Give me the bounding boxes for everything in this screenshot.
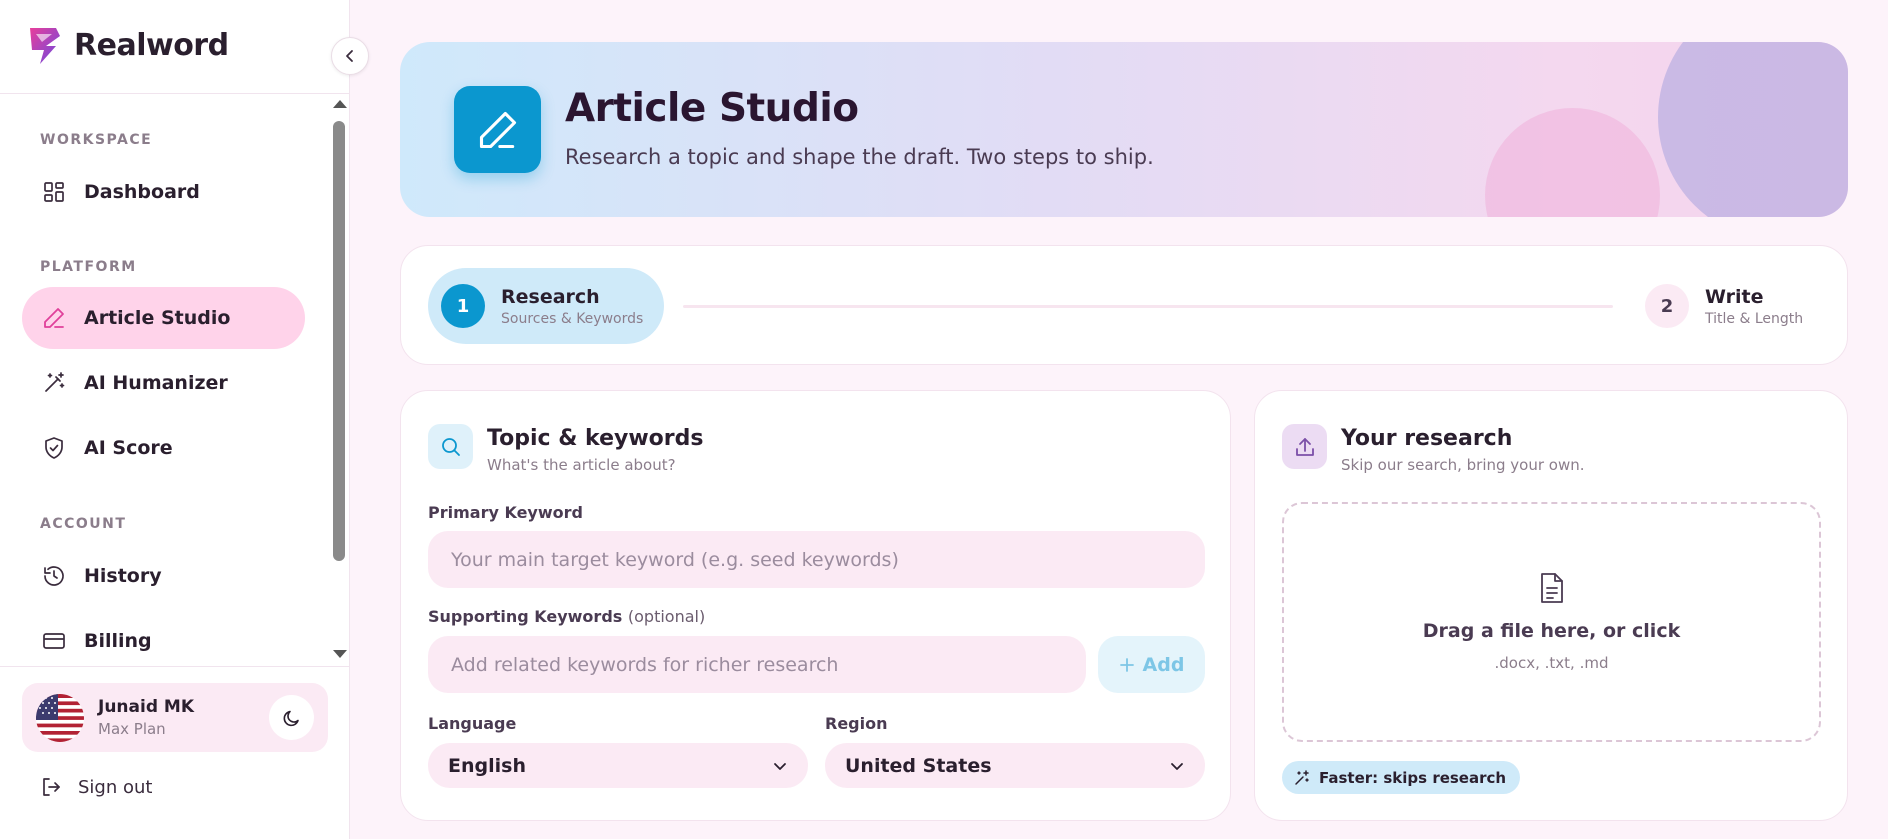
- add-button-label: Add: [1142, 653, 1185, 676]
- file-icon: [1540, 573, 1563, 603]
- region-value: United States: [845, 754, 992, 777]
- language-value: English: [448, 754, 526, 777]
- section-label-workspace: WORKSPACE: [40, 132, 153, 148]
- sidebar-item-history[interactable]: History: [22, 545, 305, 607]
- step-title: Research: [501, 285, 600, 308]
- scrollbar-thumb[interactable]: [333, 121, 345, 561]
- hero-pencil-icon: [454, 86, 541, 173]
- plus-icon: [1119, 657, 1134, 672]
- chevron-left-icon: [346, 50, 353, 62]
- optional-tag: (optional): [627, 607, 706, 626]
- supporting-keywords-label-text: Supporting Keywords: [428, 607, 623, 626]
- primary-keyword-label: Primary Keyword: [428, 503, 583, 522]
- sidebar-item-label: Dashboard: [84, 181, 200, 203]
- step-progress-line: [683, 305, 1613, 308]
- add-keyword-button[interactable]: Add: [1098, 636, 1205, 693]
- sidebar-item-label: History: [84, 565, 162, 587]
- sidebar-item-label: AI Score: [84, 437, 173, 459]
- page-subtitle: Research a topic and shape the draft. Tw…: [565, 145, 1154, 169]
- shield-check-icon: [42, 436, 66, 460]
- sidebar-nav: WORKSPACE Dashboard PLATFORM Article Stu…: [0, 94, 330, 666]
- signout-link[interactable]: Sign out: [40, 776, 152, 798]
- sidebar-item-ai-score[interactable]: AI Score: [22, 417, 305, 479]
- your-research-card: Your research Skip our search, bring you…: [1254, 390, 1848, 821]
- stepper: 1 Research Sources & Keywords 2 Write Ti…: [400, 245, 1848, 365]
- region-select[interactable]: United States: [825, 743, 1205, 788]
- hero-decor-circle: [1485, 108, 1660, 217]
- chevron-down-icon: [774, 762, 786, 770]
- supporting-keywords-input[interactable]: [428, 636, 1086, 693]
- supporting-keywords-label: Supporting Keywords (optional): [428, 607, 705, 626]
- faster-badge: Faster: skips research: [1282, 761, 1521, 794]
- card-subtitle: What's the article about?: [487, 456, 676, 474]
- step-research[interactable]: 1 Research Sources & Keywords: [428, 268, 664, 344]
- hero-banner: Article Studio Research a topic and shap…: [400, 42, 1848, 217]
- step-title: Write: [1705, 285, 1764, 308]
- scroll-down-arrow-icon[interactable]: [333, 650, 347, 658]
- sidebar-item-article-studio[interactable]: Article Studio: [22, 287, 305, 349]
- credit-card-icon: [42, 629, 66, 653]
- card-title: Topic & keywords: [487, 426, 704, 451]
- collapse-sidebar-button[interactable]: [331, 37, 369, 75]
- theme-toggle-button[interactable]: [269, 695, 314, 740]
- primary-keyword-input[interactable]: [428, 531, 1205, 588]
- user-name: Junaid MK: [98, 697, 195, 717]
- signout-label: Sign out: [78, 776, 153, 798]
- language-label: Language: [428, 714, 517, 733]
- upload-icon: [1282, 424, 1327, 469]
- brand-logo-icon: [30, 28, 60, 64]
- logout-icon: [43, 778, 60, 796]
- sidebar-scrollbar[interactable]: [330, 94, 348, 666]
- step-subtitle: Title & Length: [1705, 310, 1804, 327]
- sidebar-item-dashboard[interactable]: Dashboard: [22, 161, 305, 223]
- grid-icon: [42, 180, 66, 204]
- language-select[interactable]: English: [428, 743, 808, 788]
- avatar-us-flag-icon: [36, 693, 84, 742]
- search-icon: [428, 424, 473, 469]
- section-label-account: ACCOUNT: [40, 516, 127, 532]
- dropzone-title: Drag a file here, or click: [1422, 620, 1681, 642]
- scroll-up-arrow-icon[interactable]: [333, 100, 347, 108]
- sidebar-footer-divider: [0, 666, 349, 667]
- page-title: Article Studio: [565, 86, 859, 131]
- magic-wand-icon: [42, 371, 66, 395]
- pencil-icon: [42, 306, 66, 330]
- brand-name: Realword: [74, 27, 229, 63]
- user-info: Junaid MK Max Plan: [98, 697, 194, 738]
- sidebar: Realword WORKSPACE Dashboard PLATFORM Ar…: [0, 0, 369, 839]
- badge-label: Faster: skips research: [1319, 768, 1507, 787]
- chevron-down-icon: [1171, 762, 1183, 770]
- brand[interactable]: Realword: [26, 24, 229, 66]
- sidebar-item-label: AI Humanizer: [84, 372, 228, 394]
- topic-keywords-card: Topic & keywords What's the article abou…: [400, 390, 1231, 821]
- step-subtitle: Sources & Keywords: [501, 310, 644, 327]
- user-card[interactable]: Junaid MK Max Plan: [22, 683, 328, 752]
- sidebar-item-billing[interactable]: Billing: [22, 610, 305, 666]
- step-number: 1: [441, 284, 485, 328]
- region-label: Region: [825, 714, 888, 733]
- sparkle-icon: [1295, 769, 1309, 785]
- card-title: Your research: [1341, 426, 1513, 451]
- step-write[interactable]: 2 Write Title & Length: [1645, 284, 1803, 328]
- moon-icon: [283, 710, 299, 726]
- hero-decor-circle-large: [1658, 42, 1848, 217]
- dropzone-formats: .docx, .txt, .md: [1494, 654, 1609, 672]
- sidebar-item-label: Billing: [84, 630, 152, 652]
- user-plan: Max Plan: [98, 720, 166, 738]
- sidebar-item-ai-humanizer[interactable]: AI Humanizer: [22, 352, 305, 414]
- file-dropzone[interactable]: Drag a file here, or click .docx, .txt, …: [1282, 502, 1821, 742]
- history-icon: [42, 564, 66, 588]
- step-number: 2: [1645, 284, 1689, 328]
- section-label-platform: PLATFORM: [40, 259, 137, 275]
- sidebar-item-label: Article Studio: [84, 307, 231, 329]
- card-subtitle: Skip our search, bring your own.: [1341, 456, 1585, 474]
